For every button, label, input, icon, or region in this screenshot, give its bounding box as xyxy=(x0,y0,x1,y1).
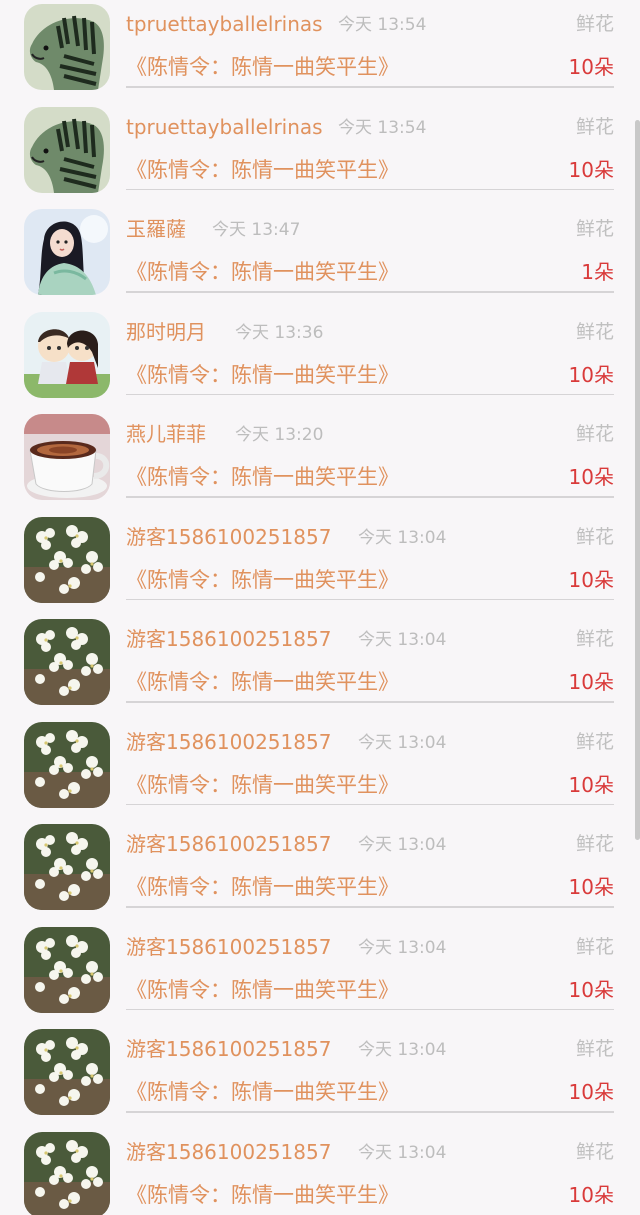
username[interactable]: 游客1586100251857 xyxy=(126,933,331,961)
flowers-avatar[interactable] xyxy=(24,824,110,910)
gift-record-row[interactable]: 玉羅薩 今天 13:47 鲜花 《陈情令：陈情一曲笑平生》 1朵 xyxy=(0,205,640,308)
flowers-avatar[interactable] xyxy=(24,1131,110,1215)
gift-type-label: 鲜花 xyxy=(575,935,614,958)
username[interactable]: tpruettayballelrinas xyxy=(126,113,323,141)
username[interactable]: 游客1586100251857 xyxy=(126,830,331,858)
zebra-avatar[interactable] xyxy=(24,106,110,193)
gift-type-label: 鲜花 xyxy=(575,730,614,753)
row-divider xyxy=(126,598,614,600)
gift-record-row[interactable]: 游客1586100251857 今天 13:04 鲜花 《陈情令：陈情一曲笑平生… xyxy=(0,513,640,616)
gift-count: 10朵 xyxy=(568,157,614,182)
gift-type-label: 鲜花 xyxy=(575,13,614,35)
username[interactable]: 燕儿菲菲 xyxy=(126,420,206,448)
username[interactable]: 游客1586100251857 xyxy=(126,625,331,653)
gift-record-row[interactable]: 游客1586100251857 今天 13:04 鲜花 《陈情令：陈情一曲笑平生… xyxy=(0,1025,640,1128)
gift-type-label: 鲜花 xyxy=(575,1140,614,1163)
row-divider xyxy=(126,803,614,805)
timestamp: 今天 13:04 xyxy=(358,732,447,753)
row-divider xyxy=(126,701,614,703)
gift-record-row[interactable]: 游客1586100251857 今天 13:04 鲜花 《陈情令：陈情一曲笑平生… xyxy=(0,1128,640,1215)
gift-record-row[interactable]: 游客1586100251857 今天 13:04 鲜花 《陈情令：陈情一曲笑平生… xyxy=(0,718,640,821)
row-divider xyxy=(126,291,614,293)
flowers-avatar[interactable] xyxy=(24,926,110,1013)
work-title[interactable]: 《陈情令：陈情一曲笑平生》 xyxy=(126,565,399,595)
gift-type-label: 鲜花 xyxy=(575,115,614,138)
timestamp: 今天 13:36 xyxy=(235,322,324,343)
gift-record-list[interactable]: tpruettayballelrinas 今天 13:54 鲜花 《陈情令：陈情… xyxy=(0,0,640,1215)
gift-count: 10朵 xyxy=(568,362,614,387)
gift-type-label: 鲜花 xyxy=(575,1038,614,1060)
row-divider xyxy=(126,1008,614,1010)
username[interactable]: 游客1586100251857 xyxy=(126,1138,331,1166)
timestamp: 今天 13:04 xyxy=(358,630,447,650)
timestamp: 今天 13:04 xyxy=(358,1040,447,1060)
flowers-avatar[interactable] xyxy=(24,619,110,705)
work-title[interactable]: 《陈情令：陈情一曲笑平生》 xyxy=(126,462,399,492)
gift-count: 10朵 xyxy=(568,875,614,899)
chibi-avatar[interactable] xyxy=(24,311,110,398)
timestamp: 今天 13:54 xyxy=(338,15,427,35)
work-title[interactable]: 《陈情令：陈情一曲笑平生》 xyxy=(126,872,399,902)
flowers-avatar[interactable] xyxy=(24,1029,110,1115)
gift-count: 10朵 xyxy=(568,1182,614,1207)
row-divider xyxy=(126,496,614,498)
work-title[interactable]: 《陈情令：陈情一曲笑平生》 xyxy=(126,770,399,800)
gift-record-row[interactable]: 游客1586100251857 今天 13:04 鲜花 《陈情令：陈情一曲笑平生… xyxy=(0,820,640,923)
gift-count: 10朵 xyxy=(568,977,614,1002)
gift-count: 10朵 xyxy=(568,772,614,797)
gift-type-label: 鲜花 xyxy=(575,423,614,445)
work-title[interactable]: 《陈情令：陈情一曲笑平生》 xyxy=(126,975,399,1005)
row-divider xyxy=(126,906,614,908)
gift-count: 10朵 xyxy=(568,1080,614,1104)
timestamp: 今天 13:04 xyxy=(358,937,447,958)
gift-type-label: 鲜花 xyxy=(575,833,614,855)
gift-type-label: 鲜花 xyxy=(575,320,614,343)
zebra-avatar[interactable] xyxy=(24,4,110,90)
timestamp: 今天 13:04 xyxy=(358,1142,447,1163)
username[interactable]: 那时明月 xyxy=(126,318,206,346)
gift-record-row[interactable]: tpruettayballelrinas 今天 13:54 鲜花 《陈情令：陈情… xyxy=(0,103,640,206)
row-divider xyxy=(126,1111,614,1113)
gift-type-label: 鲜花 xyxy=(575,628,614,650)
coffee-avatar[interactable] xyxy=(24,414,110,500)
work-title[interactable]: 《陈情令：陈情一曲笑平生》 xyxy=(126,360,399,390)
username[interactable]: 游客1586100251857 xyxy=(126,523,331,551)
flowers-avatar[interactable] xyxy=(24,721,110,808)
gift-count: 10朵 xyxy=(568,670,614,694)
row-divider xyxy=(126,188,614,190)
work-title[interactable]: 《陈情令：陈情一曲笑平生》 xyxy=(126,1077,399,1107)
username[interactable]: 游客1586100251857 xyxy=(126,1035,331,1063)
gift-type-label: 鲜花 xyxy=(575,218,614,240)
gift-record-row[interactable]: tpruettayballelrinas 今天 13:54 鲜花 《陈情令：陈情… xyxy=(0,0,640,103)
fairy-avatar[interactable] xyxy=(24,209,110,295)
work-title[interactable]: 《陈情令：陈情一曲笑平生》 xyxy=(126,1180,399,1210)
timestamp: 今天 13:04 xyxy=(358,527,447,548)
flowers-avatar[interactable] xyxy=(24,516,110,603)
scrollbar[interactable] xyxy=(635,120,640,840)
username[interactable]: 游客1586100251857 xyxy=(126,728,331,756)
gift-record-row[interactable]: 游客1586100251857 今天 13:04 鲜花 《陈情令：陈情一曲笑平生… xyxy=(0,923,640,1026)
gift-type-label: 鲜花 xyxy=(575,525,614,548)
work-title[interactable]: 《陈情令：陈情一曲笑平生》 xyxy=(126,667,399,697)
work-title[interactable]: 《陈情令：陈情一曲笑平生》 xyxy=(126,155,399,185)
work-title[interactable]: 《陈情令：陈情一曲笑平生》 xyxy=(126,257,399,287)
work-title[interactable]: 《陈情令：陈情一曲笑平生》 xyxy=(126,52,399,82)
timestamp: 今天 13:04 xyxy=(358,835,447,855)
timestamp: 今天 13:47 xyxy=(212,220,301,240)
timestamp: 今天 13:20 xyxy=(235,425,324,445)
gift-record-row[interactable]: 燕儿菲菲 今天 13:20 鲜花 《陈情令：陈情一曲笑平生》 10朵 xyxy=(0,410,640,513)
timestamp: 今天 13:54 xyxy=(338,117,427,138)
username[interactable]: 玉羅薩 xyxy=(126,215,186,243)
row-divider xyxy=(126,393,614,395)
gift-record-row[interactable]: 游客1586100251857 今天 13:04 鲜花 《陈情令：陈情一曲笑平生… xyxy=(0,615,640,718)
username[interactable]: tpruettayballelrinas xyxy=(126,10,323,38)
gift-count: 1朵 xyxy=(581,260,614,284)
row-divider xyxy=(126,86,614,88)
gift-count: 10朵 xyxy=(568,465,614,489)
gift-count: 10朵 xyxy=(568,567,614,592)
gift-record-row[interactable]: 那时明月 今天 13:36 鲜花 《陈情令：陈情一曲笑平生》 10朵 xyxy=(0,308,640,411)
gift-count: 10朵 xyxy=(568,55,614,79)
